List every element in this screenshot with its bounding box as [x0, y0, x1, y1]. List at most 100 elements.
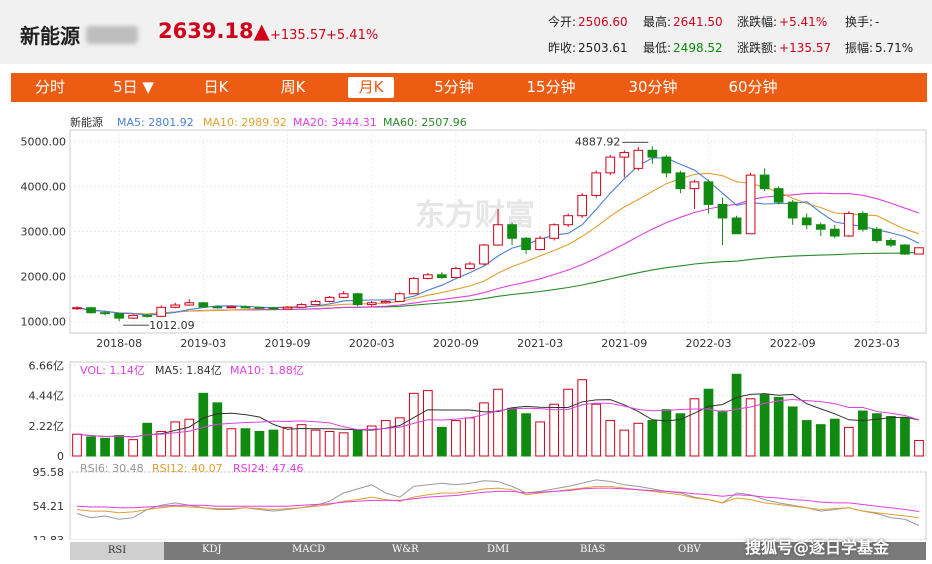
candle — [675, 172, 686, 190]
volume-bar — [886, 415, 896, 457]
candle — [128, 314, 138, 319]
rsi-legend-item: RSI24: 47.46 — [233, 462, 304, 475]
candle — [100, 312, 110, 315]
volume-bar — [296, 424, 307, 457]
candle — [815, 224, 826, 230]
candle — [647, 149, 658, 158]
volume-y-tick: 0 — [57, 450, 64, 463]
candle — [422, 274, 433, 279]
volume-bar — [422, 390, 433, 457]
volume-bar — [72, 433, 82, 457]
x-tick-label: 2021-09 — [601, 337, 647, 350]
rsi-y-tick: 12.83 — [33, 534, 65, 540]
volume-bar — [829, 418, 840, 457]
candle — [549, 224, 559, 239]
max-annotation: 4887.92 — [575, 135, 621, 148]
rsi-line-rsi6 — [76, 479, 920, 526]
volume-bar — [507, 407, 517, 457]
candle — [156, 306, 167, 317]
candle — [843, 212, 854, 237]
volume-bar — [591, 403, 602, 457]
candle — [633, 149, 644, 169]
volume-bar — [240, 428, 251, 457]
volume-bar — [535, 421, 545, 457]
volume-bar — [156, 430, 167, 457]
volume-bar — [717, 410, 728, 457]
candle — [240, 306, 251, 309]
chart-area: 东方财富 5000.00 4000.00 3000.00 2000.00 1000.00… — [21, 115, 927, 540]
indicator-tab-4[interactable]: DMI — [487, 544, 509, 555]
price-legend-name: 新能源 — [70, 115, 103, 129]
volume-y-tick: 2.22亿 — [29, 420, 65, 433]
indicator-tab-3[interactable]: W&R — [392, 544, 419, 555]
candle — [170, 304, 181, 308]
candle — [507, 224, 517, 239]
candle — [829, 228, 840, 237]
volume-bar — [605, 420, 616, 457]
volume-bar — [815, 424, 826, 457]
candle — [759, 174, 770, 190]
indicator-tab-1[interactable]: KDJ — [202, 544, 222, 555]
price-y-tick: 1000.00 — [21, 316, 67, 329]
candle — [114, 313, 124, 319]
candle — [72, 307, 82, 310]
candle — [745, 174, 756, 235]
volume-bar — [226, 428, 237, 457]
candle — [605, 156, 616, 174]
x-tick-label: 2022-09 — [770, 337, 816, 350]
x-tick-label: 2020-09 — [433, 337, 479, 350]
candle — [886, 240, 896, 246]
volume-bar — [563, 388, 574, 457]
candle — [577, 194, 588, 217]
candle — [479, 244, 489, 265]
candle — [717, 203, 728, 219]
indicator-tab-6[interactable]: OBV — [678, 544, 701, 555]
candle — [591, 172, 602, 196]
x-tick-label: 2019-09 — [265, 337, 311, 350]
volume-bar — [465, 417, 475, 457]
x-tick-label: 2023-03 — [854, 337, 900, 350]
candle — [914, 247, 924, 255]
indicator-tab-2[interactable]: MACD — [292, 544, 325, 555]
candle — [619, 152, 630, 158]
volume-bar — [282, 426, 293, 457]
rsi-y-tick: 95.58 — [33, 466, 65, 479]
volume-bar — [310, 429, 321, 457]
volume-bar — [521, 413, 531, 457]
indicator-tab-5[interactable]: BIAS — [580, 544, 605, 555]
volume-bar — [689, 398, 700, 457]
x-tick-label: 2022-03 — [686, 337, 732, 350]
candle — [268, 307, 279, 310]
candle — [254, 306, 265, 309]
rsi-legend-item: RSI6: 30.48 — [80, 462, 144, 475]
volume-bar — [114, 435, 124, 457]
volume-bar — [338, 432, 349, 457]
volume-y-tick: 6.66亿 — [29, 359, 65, 372]
candle — [212, 306, 223, 309]
volume-bar — [914, 439, 924, 457]
candle — [408, 277, 419, 295]
volume-bar — [268, 429, 279, 457]
candle — [731, 217, 742, 235]
price-legend-item: MA60: 2507.96 — [383, 116, 467, 129]
candle — [324, 296, 335, 302]
candle — [801, 217, 812, 226]
candle — [338, 293, 349, 298]
candle — [787, 201, 798, 219]
rsi-y-tick: 54.21 — [33, 500, 65, 513]
volume-bar — [493, 388, 503, 457]
volume-bar — [254, 430, 265, 457]
volume-bar — [380, 420, 391, 457]
min-annotation: 1012.09 — [149, 319, 195, 332]
candle — [465, 263, 475, 269]
volume-bar — [801, 420, 812, 457]
candle — [773, 188, 784, 203]
volume-bar — [212, 402, 223, 457]
indicator-tab-0[interactable]: RSI — [70, 542, 164, 560]
x-tick-label: 2021-03 — [517, 337, 563, 350]
volume-bar — [773, 396, 784, 457]
candle — [296, 304, 307, 308]
price-y-tick: 4000.00 — [21, 180, 67, 193]
rsi-legend-item: RSI12: 40.07 — [152, 462, 223, 475]
x-tick-label: 2019-03 — [180, 337, 226, 350]
